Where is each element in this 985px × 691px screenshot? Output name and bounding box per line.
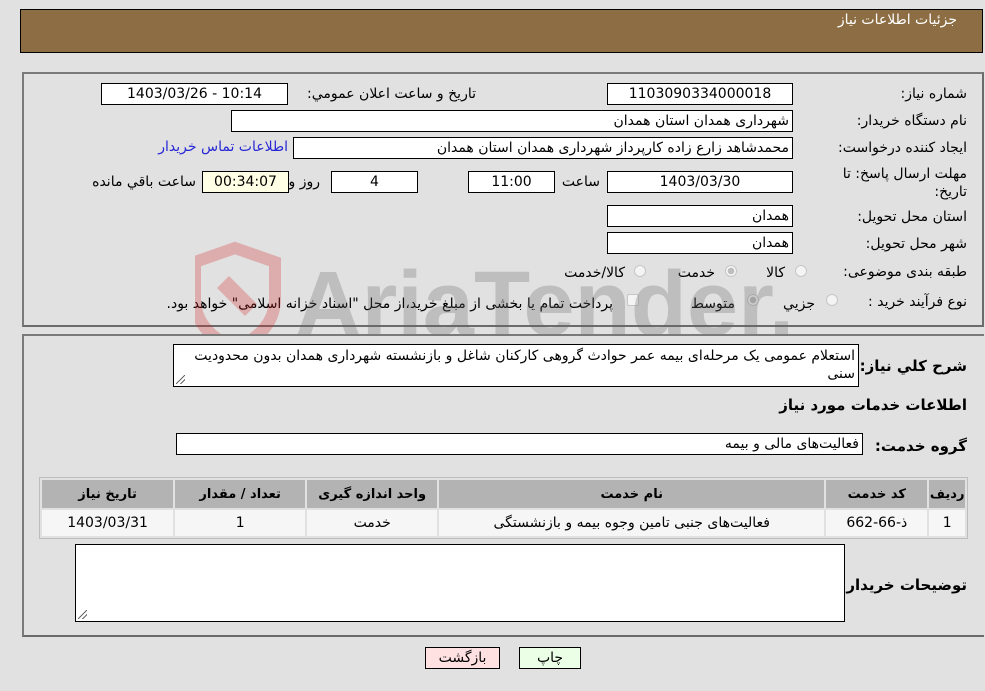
page-title: جزئيات اطلاعات نياز [837,12,957,28]
cell-unit: خدمت [307,510,438,536]
resize-grip-icon[interactable] [176,375,185,384]
remaining-time-field: 00:34:07 [202,171,289,193]
cell-need-date: 1403/03/31 [42,510,174,536]
description-textarea[interactable]: استعلام عمومی یک مرحله‌ای بیمه عمر حوادث… [173,344,859,387]
category-label: طبقه بندی موضوعی: [843,264,967,280]
cell-service-name: فعاليت‌های جنبی تامين وجوه بيمه و بازنشس… [439,510,825,536]
deadline-time-label: ساعت [561,174,600,190]
cell-quantity: 1 [175,510,306,536]
purchase-radio-minor[interactable] [826,294,838,306]
days-label: روز و [288,174,321,190]
province-label: استان محل تحويل: [857,209,967,225]
treasury-checkbox[interactable] [627,294,639,306]
purchase-option-minor: جزيي [783,296,815,312]
city-field: همدان [607,232,793,254]
services-section-title: اطلاعات خدمات مورد نياز [779,396,967,414]
city-label: شهر محل تحويل: [865,236,967,252]
services-table: رديف کد خدمت نام خدمت واحد اندازه گيری ت… [39,477,968,539]
purchase-type-label: نوع فرآيند خريد : [868,294,967,310]
buyer-notes-label: توضيحات خريدار: [840,576,967,594]
deadline-label: مهلت ارسال پاسخ: تا تاريخ: [842,166,967,200]
col-header-service-name: نام خدمت [439,480,825,508]
category-radio-goods[interactable] [795,265,807,277]
col-header-quantity: تعداد / مقدار [175,480,306,508]
purchase-option-medium: متوسط [691,296,735,312]
description-label: شرح کلي نياز: [859,357,967,375]
requester-label: ايجاد کننده درخواست: [838,140,967,156]
requester-field: محمدشاهد زارع زاده کارپرداز شهرداری همدا… [293,137,793,159]
cell-service-code: ذ-66-662 [826,510,928,536]
need-number-field: 1103090334000018 [607,83,793,105]
category-radio-service[interactable] [725,265,737,277]
service-group-field: فعاليت‌های مالی و بيمه [176,433,863,455]
buyer-org-field: شهرداری همدان استان همدان [231,110,793,132]
purchase-radio-medium[interactable] [747,294,759,306]
buyer-notes-textarea[interactable] [75,544,845,622]
province-field: همدان [607,205,793,227]
announce-datetime-field: 1403/03/26 - 10:14 [101,83,288,105]
announce-datetime-label: تاريخ و ساعت اعلان عمومي: [307,86,476,102]
buyer-org-label: نام دستگاه خريدار: [856,113,967,129]
need-number-label: شماره نياز: [900,86,968,102]
col-header-need-date: تاريخ نياز [42,480,174,508]
deadline-time-field: 11:00 [468,171,555,193]
table-row: 1 ذ-66-662 فعاليت‌های جنبی تامين وجوه بي… [42,510,965,536]
description-text: استعلام عمومی یک مرحله‌ای بیمه عمر حوادث… [194,348,855,382]
treasury-note: پرداخت تمام يا بخشی از مبلغ خريد،از محل … [166,296,613,312]
table-header-row: رديف کد خدمت نام خدمت واحد اندازه گيری ت… [42,480,965,508]
col-header-service-code: کد خدمت [826,480,928,508]
remaining-days-field: 4 [331,171,418,193]
back-button[interactable]: بازگشت [425,647,500,669]
category-option-goods-service: کالا/خدمت [564,265,625,281]
services-table-wrap: رديف کد خدمت نام خدمت واحد اندازه گيری ت… [39,477,968,539]
service-group-label: گروه خدمت: [874,437,967,455]
col-header-row-number: رديف [929,480,965,508]
category-option-goods: کالا [766,265,785,281]
resize-grip-icon[interactable] [78,610,87,619]
buyer-contact-link[interactable]: اطلاعات تماس خريدار [158,139,288,155]
print-button[interactable]: چاپ [519,647,581,669]
col-header-unit: واحد اندازه گيری [307,480,438,508]
cell-row-number: 1 [929,510,965,536]
category-option-service: خدمت [677,265,715,281]
remaining-time-label: ساعت باقي مانده [92,174,196,190]
deadline-date-field: 1403/03/30 [607,171,793,193]
category-radio-goods-service[interactable] [634,265,646,277]
